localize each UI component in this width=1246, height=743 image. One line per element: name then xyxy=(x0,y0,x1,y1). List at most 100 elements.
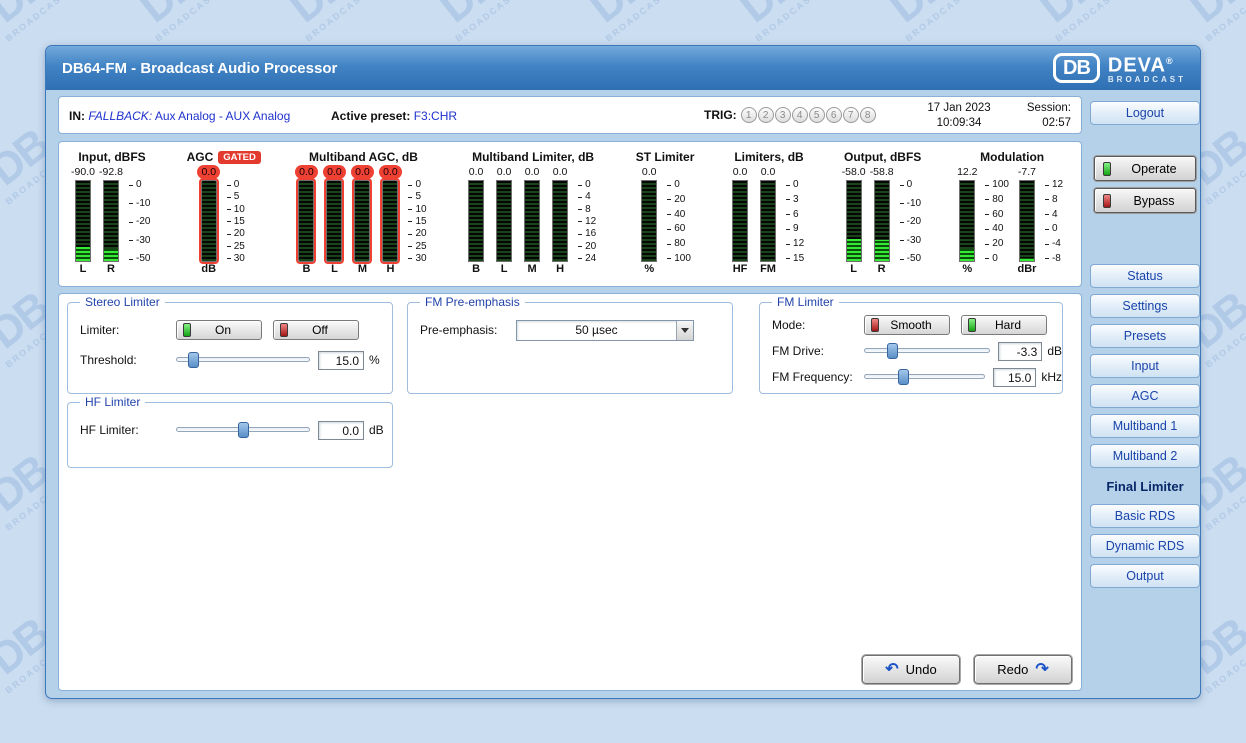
sidebar-item-dynamic-rds[interactable]: Dynamic RDS xyxy=(1090,534,1200,558)
hf-limiter-slider[interactable] xyxy=(176,422,310,438)
fm-drive-slider-thumb[interactable] xyxy=(887,343,898,359)
fm-drive-value[interactable]: -3.3 xyxy=(998,342,1042,361)
limiter-on-button[interactable]: On xyxy=(176,320,262,340)
sidebar-item-agc[interactable]: AGC xyxy=(1090,384,1200,408)
logo-name: DEVA xyxy=(1108,55,1166,77)
meters-panel: Input, dBFS-90.0L-92.8R0-10-20-30-50AGCG… xyxy=(58,141,1082,287)
meter-scale: 020406080100 xyxy=(667,180,691,264)
meter-value: 0.0 xyxy=(525,165,540,179)
undo-label: Undo xyxy=(906,662,937,677)
mode-label: Mode: xyxy=(772,318,864,332)
hf-limiter-row: HF Limiter: 0.0 dB xyxy=(68,419,392,441)
dropdown-button[interactable] xyxy=(676,321,693,340)
meter-bar-label: H xyxy=(556,262,564,276)
trig-indicator-7: 7 xyxy=(843,107,859,123)
preemphasis-select[interactable]: 50 µsec xyxy=(516,320,694,341)
sidebar-item-settings[interactable]: Settings xyxy=(1090,294,1200,318)
fm-frequency-value[interactable]: 15.0 xyxy=(993,368,1036,387)
fm-preemphasis-box: FM Pre-emphasis Pre-emphasis: 50 µsec xyxy=(407,302,733,394)
trig-indicator-4: 4 xyxy=(792,107,808,123)
logo-sub: BROADCAST xyxy=(1108,75,1186,84)
meter-bar-label: L xyxy=(501,262,508,276)
meter-value: -7.7 xyxy=(1018,165,1036,179)
sidebar-item-output[interactable]: Output xyxy=(1090,564,1200,588)
meter-scale: 100806040200 xyxy=(985,180,1009,264)
sidebar-item-multiband-1[interactable]: Multiband 1 xyxy=(1090,414,1200,438)
meter-bar xyxy=(103,180,119,262)
fm-limiter-box: FM Limiter Mode: Smooth Hard FM Drive: xyxy=(759,302,1063,394)
meter-group: ST Limiter0.0%020406080100 xyxy=(636,149,695,276)
trig-indicator-6: 6 xyxy=(826,107,842,123)
undo-icon: ↶ xyxy=(885,662,898,678)
logout-button[interactable]: Logout xyxy=(1090,101,1200,125)
session-info: Session: 02:57 xyxy=(1027,101,1071,131)
meter-value: -92.8 xyxy=(99,165,123,179)
meter-bar-label: L xyxy=(331,262,338,276)
app-window: DB64-FM - Broadcast Audio Processor DB D… xyxy=(45,45,1201,699)
threshold-slider[interactable] xyxy=(176,352,310,368)
meter-bar-label: M xyxy=(528,262,537,276)
bypass-label: Bypass xyxy=(1121,194,1187,208)
off-led-icon xyxy=(280,323,288,337)
threshold-slider-thumb[interactable] xyxy=(188,352,199,368)
watermark-logo: DBBROADCAST xyxy=(876,0,969,44)
sidebar-item-final-limiter[interactable]: Final Limiter xyxy=(1090,474,1200,498)
deva-db-icon: DB xyxy=(1053,53,1100,83)
fm-drive-row: FM Drive: -3.3 dB xyxy=(760,341,1062,361)
fm-frequency-slider[interactable] xyxy=(864,369,985,385)
mode-smooth-button[interactable]: Smooth xyxy=(864,315,950,335)
meter-bar xyxy=(846,180,862,262)
trig-indicator-8: 8 xyxy=(860,107,876,123)
preemphasis-label: Pre-emphasis: xyxy=(420,323,516,337)
threshold-value[interactable]: 15.0 xyxy=(318,351,364,370)
meter-value: -90.0 xyxy=(71,165,95,179)
page-title: DB64-FM - Broadcast Audio Processor xyxy=(62,60,337,77)
mode-row: Mode: Smooth Hard xyxy=(760,315,1062,335)
meter-groups: Input, dBFS-90.0L-92.8R0-10-20-30-50AGCG… xyxy=(59,142,1081,276)
session-value: 02:57 xyxy=(1027,116,1071,131)
bypass-button[interactable]: Bypass xyxy=(1094,188,1196,213)
stereo-limiter-box: Stereo Limiter Limiter: On Off Threshold… xyxy=(67,302,393,394)
hf-limiter-slider-thumb[interactable] xyxy=(238,422,249,438)
hard-label: Hard xyxy=(976,318,1040,332)
hf-limiter-value[interactable]: 0.0 xyxy=(318,421,364,440)
limiter-off-button[interactable]: Off xyxy=(273,320,359,340)
meter-scale: 051015202530 xyxy=(227,180,249,264)
meter-scale: 04812162024 xyxy=(578,180,600,264)
meter-group: Limiters, dB0.0HF0.0FM03691215 xyxy=(730,149,808,276)
sidebar-item-presets[interactable]: Presets xyxy=(1090,324,1200,348)
hf-limiter-label: HF Limiter: xyxy=(80,423,176,437)
trig-indicator-3: 3 xyxy=(775,107,791,123)
trig-label: TRIG: xyxy=(704,108,737,122)
sidebar-item-multiband-2[interactable]: Multiband 2 xyxy=(1090,444,1200,468)
watermark-logo: DBBROADCAST xyxy=(726,0,819,44)
titlebar: DB64-FM - Broadcast Audio Processor DB D… xyxy=(46,46,1200,90)
redo-button[interactable]: Redo ↷ xyxy=(974,655,1072,684)
deva-logo: DB DEVA® BROADCAST xyxy=(1053,52,1186,84)
sidebar-item-input[interactable]: Input xyxy=(1090,354,1200,378)
operate-label: Operate xyxy=(1121,162,1187,176)
gated-badge: GATED xyxy=(218,151,261,164)
meter-bar xyxy=(496,180,512,262)
undo-button[interactable]: ↶ Undo xyxy=(862,655,960,684)
fm-frequency-slider-thumb[interactable] xyxy=(898,369,909,385)
operate-button[interactable]: Operate xyxy=(1094,156,1196,181)
trig-indicator-1: 1 xyxy=(741,107,757,123)
meter-group-title: Output, dBFS xyxy=(844,149,921,165)
fm-drive-label: FM Drive: xyxy=(772,344,864,358)
meter-group-title: Multiband AGC, dB xyxy=(309,149,418,165)
meter-bar xyxy=(732,180,748,262)
sidebar-item-status[interactable]: Status xyxy=(1090,264,1200,288)
meter-value: 0.0 xyxy=(642,165,657,179)
meter-bar xyxy=(326,180,342,262)
hf-limiter-box: HF Limiter HF Limiter: 0.0 dB xyxy=(67,402,393,468)
meter-value: 0.0 xyxy=(497,165,512,179)
fm-drive-unit: dB xyxy=(1047,344,1062,358)
datetime: 17 Jan 2023 10:09:34 xyxy=(909,101,1009,131)
mode-hard-button[interactable]: Hard xyxy=(961,315,1047,335)
meter-group: Multiband Limiter, dB0.0B0.0L0.0M0.0H048… xyxy=(466,149,600,276)
meter-group-title: Modulation xyxy=(980,149,1044,165)
sidebar-item-basic-rds[interactable]: Basic RDS xyxy=(1090,504,1200,528)
fm-drive-slider[interactable] xyxy=(864,343,990,359)
sidebar-nav: Status Settings Presets Input AGC Multiband 1… xyxy=(1090,264,1200,588)
